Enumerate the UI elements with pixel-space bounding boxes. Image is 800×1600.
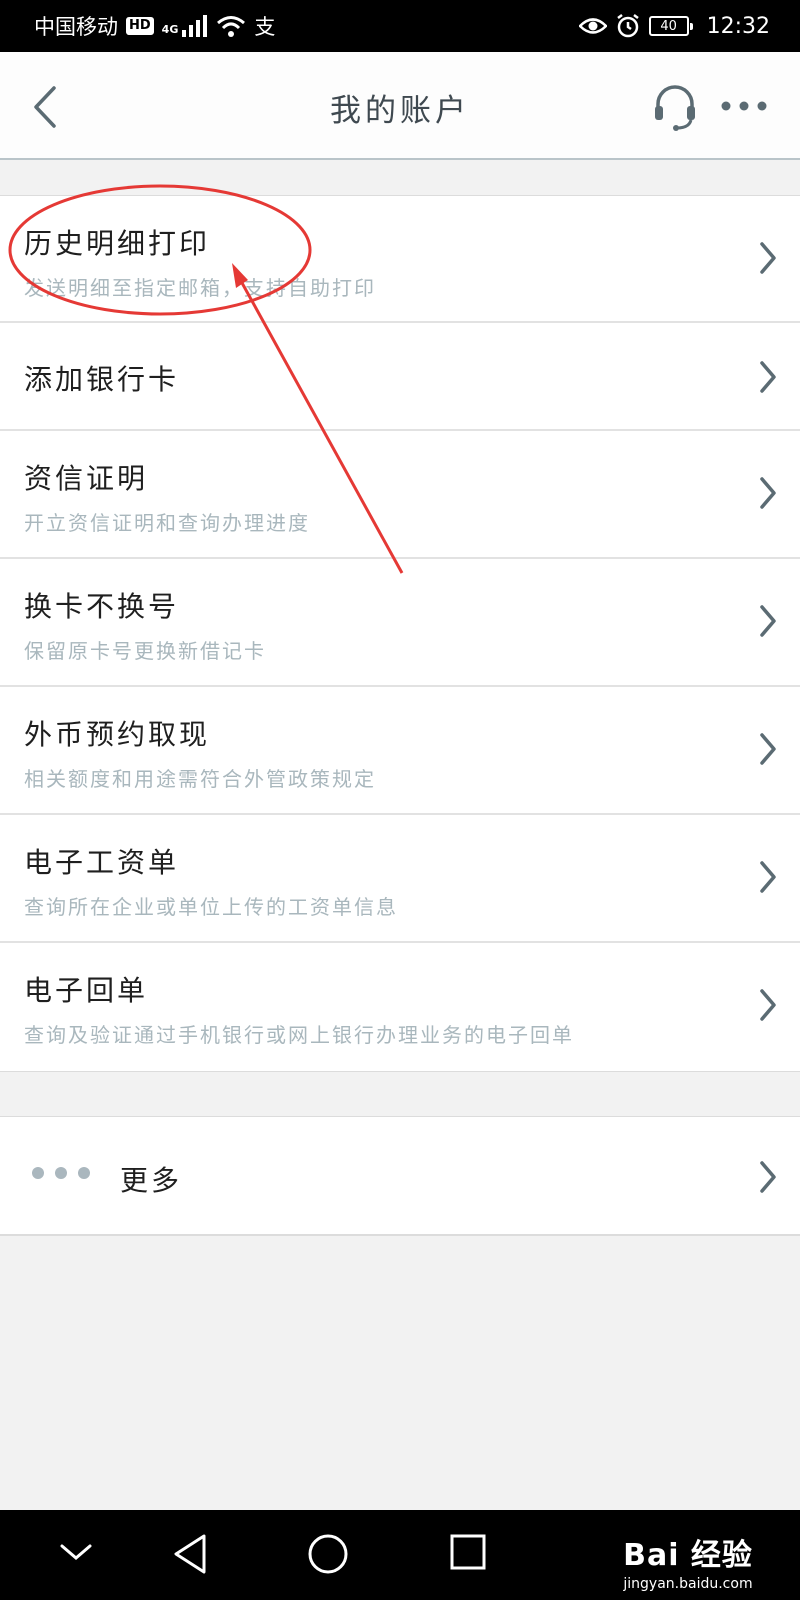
menu-item-subtitle: 查询及验证通过手机银行或网上银行办理业务的电子回单 xyxy=(24,1023,574,1047)
menu-item-add-card[interactable]: 添加银行卡 xyxy=(0,323,800,431)
alipay-icon: 支 xyxy=(254,15,276,39)
more-dots-icon xyxy=(32,1167,90,1179)
status-left: 中国移动 HD 4G 支 xyxy=(34,11,275,41)
chevron-right-icon xyxy=(760,733,776,765)
more-label: 更多 xyxy=(120,1164,183,1197)
chevron-right-icon xyxy=(760,242,776,274)
menu-item-more[interactable]: 更多 xyxy=(0,1116,800,1236)
watermark-brand: Bai 经验 xyxy=(623,1538,753,1573)
battery-level: 40 xyxy=(660,18,677,34)
more-options-icon[interactable] xyxy=(720,94,768,118)
menu-item-title: 添加银行卡 xyxy=(24,363,180,396)
nav-home-icon[interactable] xyxy=(306,1532,350,1576)
alarm-icon xyxy=(616,14,639,38)
menu-item-e-payslip[interactable]: 电子工资单 查询所在企业或单位上传的工资单信息 xyxy=(0,815,800,943)
menu-item-title: 换卡不换号 xyxy=(24,590,180,623)
menu-item-e-receipt[interactable]: 电子回单 查询及验证通过手机银行或网上银行办理业务的电子回单 xyxy=(0,943,800,1071)
watermark: Bai 经验 jingyan.baidu.com xyxy=(588,1512,788,1596)
menu-item-title: 电子回单 xyxy=(24,974,149,1007)
network-type: 4G xyxy=(161,23,179,36)
account-menu-list: 历史明细打印 发送明细至指定邮箱，支持自助打印 添加银行卡 资信证明 开立资信证… xyxy=(0,195,800,1072)
clock: 12:32 xyxy=(706,13,770,39)
menu-item-title: 历史明细打印 xyxy=(24,227,211,260)
hd-badge: HD xyxy=(126,17,154,35)
customer-service-icon[interactable] xyxy=(652,82,698,132)
menu-item-subtitle: 保留原卡号更换新借记卡 xyxy=(24,639,266,663)
chevron-right-icon xyxy=(760,477,776,509)
menu-item-foreign-cash[interactable]: 外币预约取现 相关额度和用途需符合外管政策规定 xyxy=(0,687,800,815)
status-right: 40 12:32 xyxy=(578,13,770,39)
watermark-url: jingyan.baidu.com xyxy=(623,1576,753,1592)
signal-icon xyxy=(182,15,208,37)
wifi-icon xyxy=(217,16,246,37)
menu-item-replace-card[interactable]: 换卡不换号 保留原卡号更换新借记卡 xyxy=(0,559,800,687)
menu-item-subtitle: 相关额度和用途需符合外管政策规定 xyxy=(24,767,376,791)
chevron-right-icon xyxy=(760,861,776,893)
carrier-label: 中国移动 xyxy=(34,15,118,39)
menu-item-credit-certificate[interactable]: 资信证明 开立资信证明和查询办理进度 xyxy=(0,431,800,559)
chevron-right-icon xyxy=(760,989,776,1021)
menu-item-subtitle: 查询所在企业或单位上传的工资单信息 xyxy=(24,895,398,919)
nav-back-icon[interactable] xyxy=(170,1532,210,1576)
app-header: 我的账户 xyxy=(0,52,800,160)
menu-item-title: 外币预约取现 xyxy=(24,718,211,751)
chevron-right-icon xyxy=(760,605,776,637)
menu-item-subtitle: 开立资信证明和查询办理进度 xyxy=(24,511,310,535)
eye-icon xyxy=(578,18,607,34)
nav-collapse-icon[interactable] xyxy=(58,1540,94,1564)
menu-item-title: 电子工资单 xyxy=(24,846,180,879)
menu-item-title: 资信证明 xyxy=(24,462,149,495)
chevron-right-icon xyxy=(760,1161,776,1193)
nav-recents-icon[interactable] xyxy=(448,1532,488,1572)
status-bar: 中国移动 HD 4G 支 40 12:32 xyxy=(0,0,800,52)
battery-icon: 40 xyxy=(648,16,693,36)
chevron-right-icon xyxy=(760,361,776,393)
menu-item-history-print[interactable]: 历史明细打印 发送明细至指定邮箱，支持自助打印 xyxy=(0,196,800,323)
menu-item-subtitle: 发送明细至指定邮箱，支持自助打印 xyxy=(24,276,376,300)
